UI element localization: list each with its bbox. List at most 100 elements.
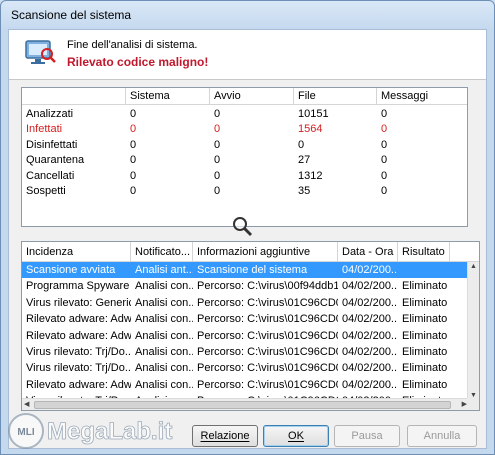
stats-row-label: Infettati [26, 123, 63, 136]
log-cell: Percorso: C:\virus\01C96CD03... [197, 378, 338, 391]
log-cell: Rilevato adware: Adw... [26, 313, 131, 326]
stats-row-label: Quarantena [26, 154, 85, 167]
log-row[interactable]: Programma Spyware r... Analisi con... Perc… [22, 278, 469, 294]
stats-row-label: Cancellati [26, 169, 75, 182]
log-col-data-ora[interactable]: Data - Ora [338, 242, 398, 261]
stats-col-sistema[interactable]: Sistema [126, 88, 210, 104]
log-cell: 04/02/200... [342, 280, 398, 293]
log-cell: 04/02/200... [342, 362, 398, 375]
log-cell: Eliminato [402, 280, 448, 293]
stats-cell: 0 [381, 108, 388, 120]
report-button[interactable]: Relazione [192, 425, 258, 447]
stats-cell: 0 [381, 154, 388, 167]
stats-col-label[interactable] [22, 88, 126, 104]
ok-button[interactable]: OK [263, 425, 329, 447]
log-cell: Percorso: C:\virus\01C96CD00... [197, 296, 338, 309]
stats-col-messaggi[interactable]: Messaggi [377, 88, 467, 104]
stats-cell: 10151 [298, 108, 329, 120]
svg-text:MegaLab.it: MegaLab.it [47, 418, 172, 445]
log-cell: Percorso: C:\virus\00f94ddb1b... [197, 280, 338, 293]
stats-cell: 0 [214, 108, 221, 120]
log-cell: Eliminato [402, 329, 448, 342]
log-cell: Virus rilevato: Generic... [26, 296, 131, 309]
log-cell: 04/02/200... [342, 329, 398, 342]
svg-text:MLI: MLI [17, 427, 34, 438]
stats-cell: 0 [130, 108, 137, 120]
stats-row: Quarantena 0 0 27 0 [22, 153, 467, 168]
log-cell: Rilevato adware: Adw... [26, 329, 131, 342]
dialog-client-area: Fine dell'analisi di sistema. Rilevato c… [8, 29, 487, 449]
stats-col-file[interactable]: File [294, 88, 377, 104]
log-cell: Analisi ant... [135, 264, 193, 276]
incident-log-list[interactable]: Incidenza Notificato... Informazioni agg… [21, 241, 480, 411]
log-row[interactable]: Rilevato adware: Adw... Analisi con... Per… [22, 377, 469, 393]
log-cell: Analisi con... [135, 296, 193, 309]
stats-cell: 0 [130, 123, 137, 136]
log-cell: Eliminato [402, 378, 448, 391]
log-cell: Eliminato [402, 345, 448, 358]
log-cell: Analisi con... [135, 313, 193, 326]
malware-detected-alert: Rilevato codice maligno! [67, 55, 209, 69]
log-cell: Eliminato [402, 362, 448, 375]
log-cell: Percorso: C:\virus\01C96CD01... [197, 313, 338, 326]
log-row[interactable]: Rilevato adware: Adw... Analisi con... Per… [22, 328, 469, 344]
log-row[interactable]: Virus rilevato: Trj/Do... Analisi con... P… [22, 344, 469, 360]
log-row[interactable]: Scansione avviata Analisi ant... Scansione… [22, 262, 469, 279]
log-col-informazioni[interactable]: Informazioni aggiuntive [193, 242, 338, 261]
vertical-scrollbar[interactable]: ▲ ▼ [467, 262, 479, 400]
log-cell: Analisi con... [135, 378, 193, 391]
log-col-incidenza[interactable]: Incidenza [22, 242, 131, 261]
stats-cell: 0 [381, 138, 388, 151]
log-cell: Analisi con... [135, 280, 193, 293]
report-button-label: Relazione [200, 430, 250, 442]
log-cell: 04/02/200... [342, 345, 398, 358]
stats-row: Cancellati 0 0 1312 0 [22, 169, 467, 184]
stats-cell: 0 [214, 123, 221, 136]
status-header: Fine dell'analisi di sistema. Rilevato c… [9, 30, 486, 80]
log-cell: Virus rilevato: Trj/Do... [26, 362, 131, 375]
stats-cell: 0 [298, 138, 305, 151]
log-header-row: Incidenza Notificato... Informazioni agg… [22, 242, 479, 262]
stats-row-label: Analizzati [26, 108, 74, 120]
stats-col-avvio[interactable]: Avvio [210, 88, 294, 104]
stats-cell: 0 [130, 154, 137, 167]
stats-cell: 0 [130, 138, 137, 151]
stats-cell: 0 [381, 123, 388, 136]
stats-row: Sospetti 0 0 35 0 [22, 184, 467, 199]
log-cell: Programma Spyware r... [26, 280, 131, 293]
stats-cell: 35 [298, 184, 311, 197]
monitor-scan-icon [25, 40, 56, 64]
stats-row-label: Disinfettati [26, 138, 78, 151]
stats-cell: 0 [214, 184, 221, 197]
cancel-button-label: Annulla [423, 430, 461, 442]
pause-button-label: Pausa [351, 430, 383, 442]
scan-finished-message: Fine dell'analisi di sistema. [67, 39, 198, 51]
log-cell: Analisi con... [135, 329, 193, 342]
log-cell: Analisi con... [135, 362, 193, 375]
scan-statistics-table: Sistema Avvio File Messaggi Analizzati 0 0… [21, 87, 468, 227]
log-rows: Scansione avviata Analisi ant... Scansione… [22, 262, 469, 410]
cancel-button[interactable]: Annulla [407, 425, 477, 447]
scroll-up-arrow-icon[interactable]: ▲ [470, 263, 477, 270]
log-cell: Scansione del sistema [197, 264, 308, 276]
statistics-body: Analizzati 0 0 10151 0 Infettati 0 0 1564 0 Disinf… [22, 105, 467, 199]
log-cell: Eliminato [402, 296, 448, 309]
pause-button[interactable]: Pausa [334, 425, 400, 447]
log-cell: Eliminato [402, 313, 448, 326]
stats-row-label: Sospetti [26, 184, 66, 197]
log-cell: 04/02/200... [342, 296, 398, 309]
stats-row: Disinfettati 0 0 0 0 [22, 138, 467, 153]
log-cell: Analisi con... [135, 345, 193, 358]
stats-cell: 0 [214, 138, 221, 151]
log-col-notificato[interactable]: Notificato... [131, 242, 193, 261]
log-row[interactable]: Rilevato adware: Adw... Analisi con... Per… [22, 311, 469, 327]
log-col-risultato[interactable]: Risultato [398, 242, 450, 261]
log-cell: Percorso: C:\virus\01C96CD03... [197, 362, 338, 375]
magnifier-cursor-icon [233, 217, 253, 237]
stats-row: Infettati 0 0 1564 0 [22, 122, 467, 137]
ok-button-label: OK [288, 430, 304, 442]
log-row[interactable]: Virus rilevato: Trj/Do... Analisi con... P… [22, 360, 469, 376]
stats-cell: 0 [381, 184, 388, 197]
megalab-watermark-logo: MLI MegaLab.it [8, 413, 173, 449]
log-row[interactable]: Virus rilevato: Generic... Analisi con...… [22, 295, 469, 311]
